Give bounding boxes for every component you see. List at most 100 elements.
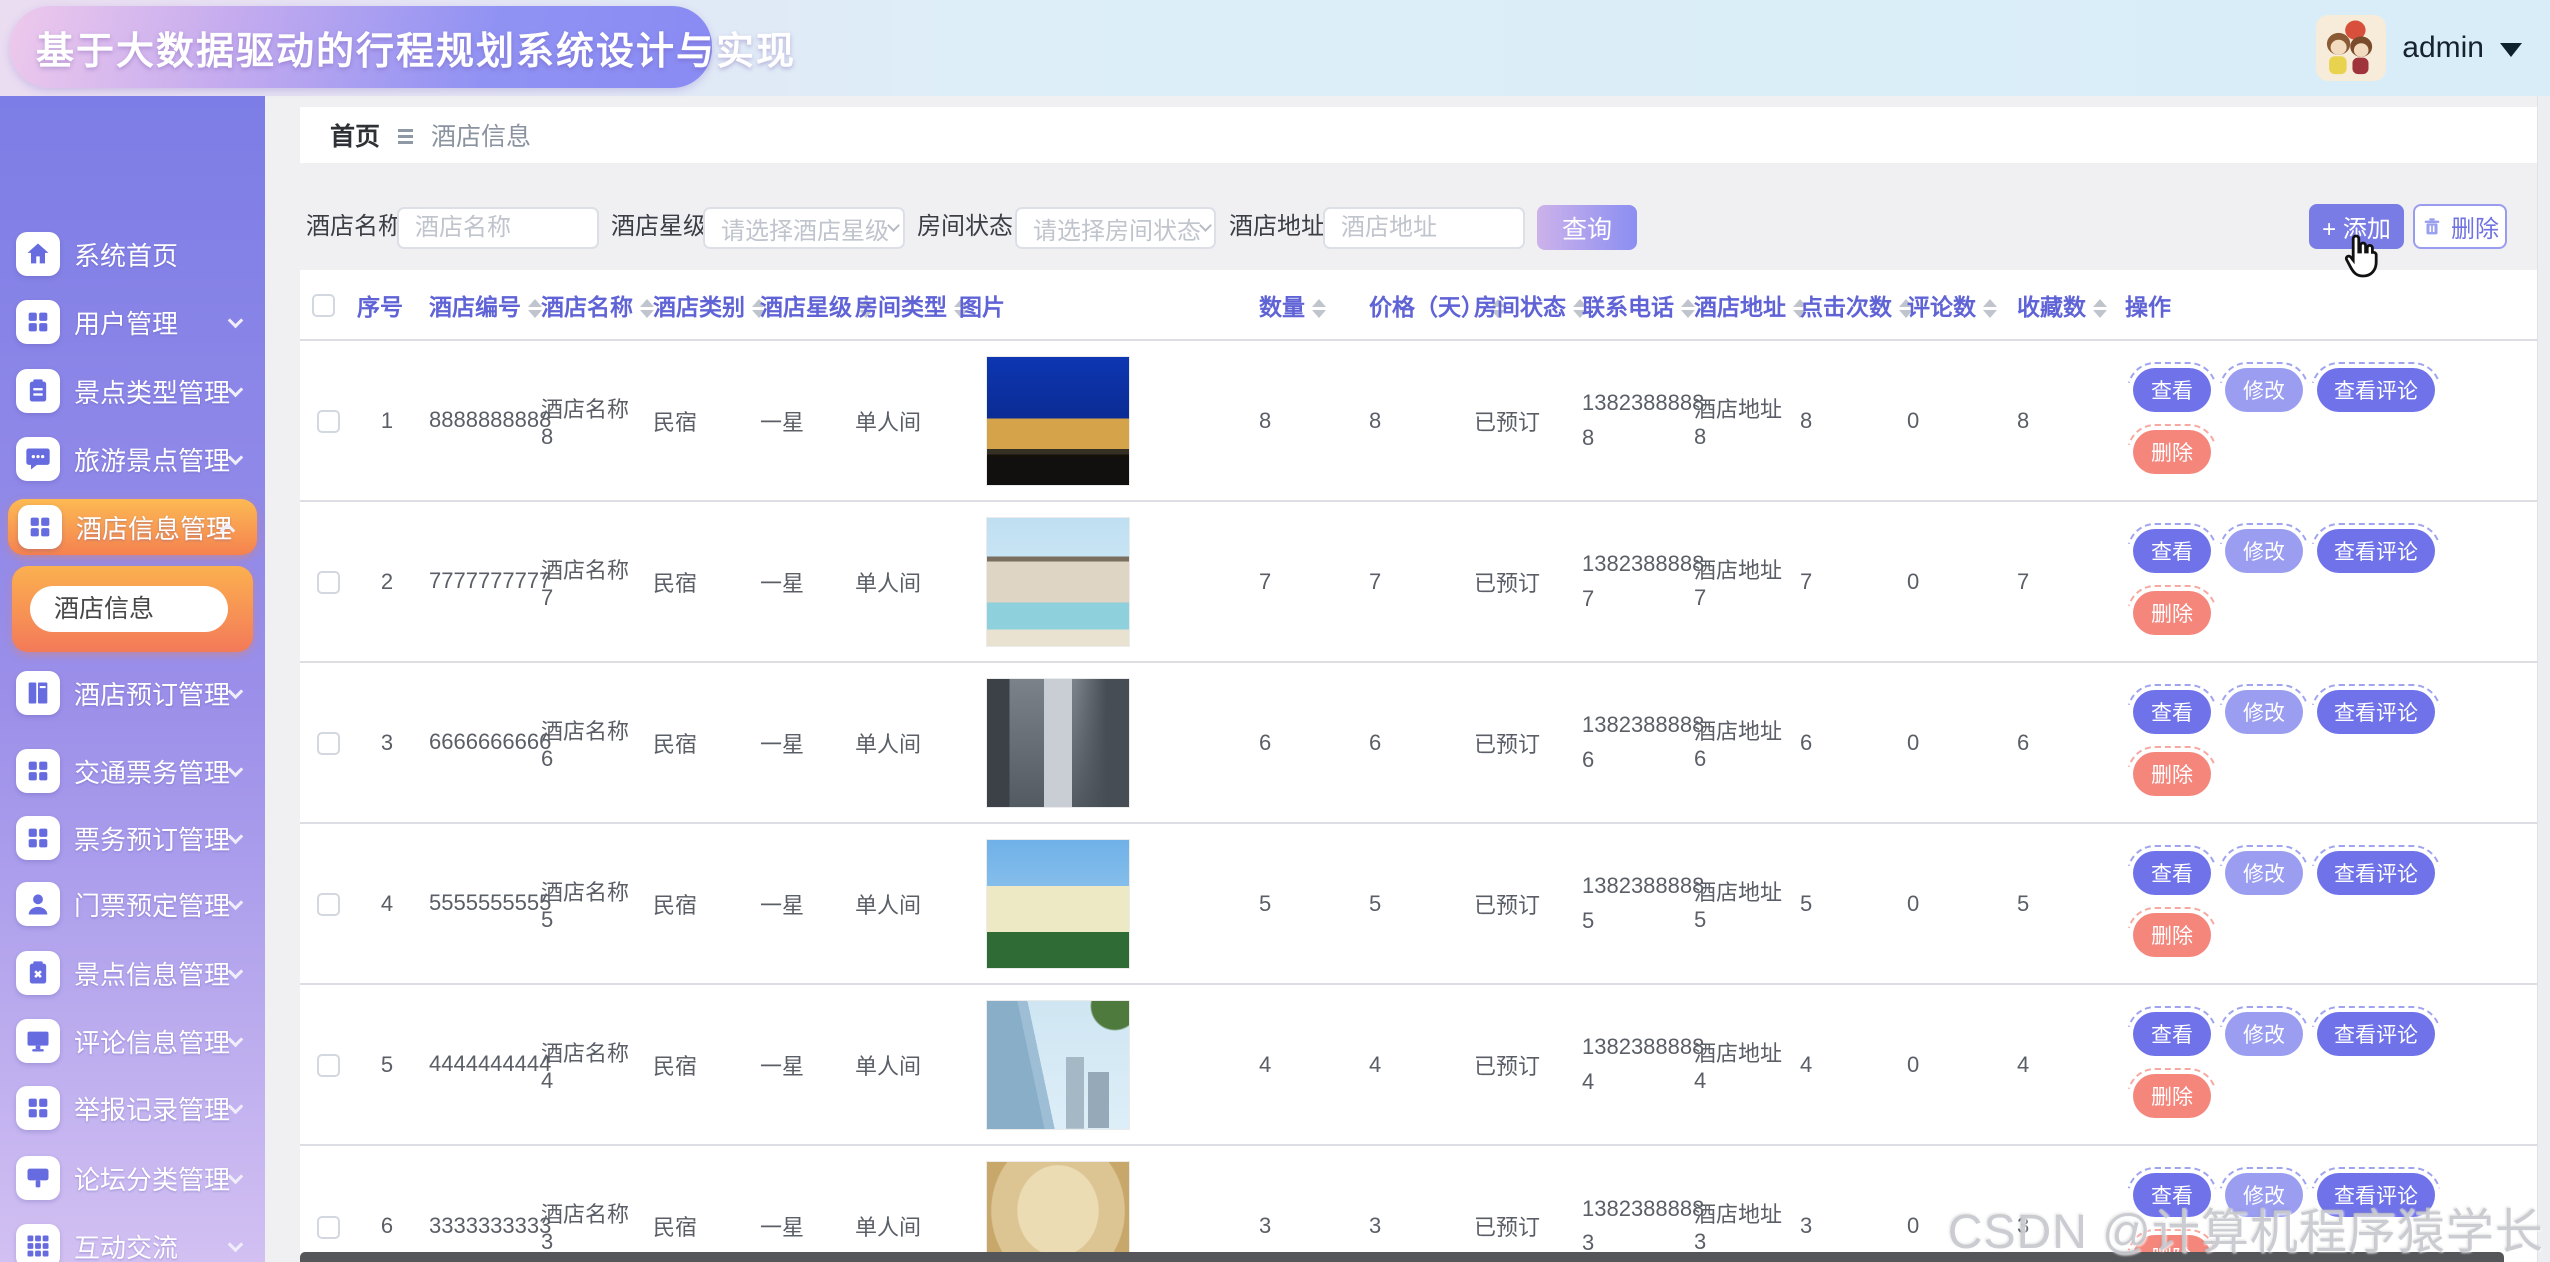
room-status-select[interactable]: 请选择房间状态 — [1015, 207, 1216, 249]
col-comments[interactable]: 评论数 — [1895, 270, 2005, 340]
sort-icon[interactable] — [640, 299, 654, 318]
sidebar-item-comments[interactable]: 评论信息管理 — [0, 1014, 265, 1068]
row-delete-button[interactable]: 删除 — [2133, 591, 2211, 635]
edit-button[interactable]: 修改 — [2225, 1012, 2303, 1056]
sidebar-item-entry-ticket[interactable]: 门票预定管理 — [0, 877, 265, 931]
select-all-checkbox[interactable] — [312, 294, 335, 317]
row-checkbox[interactable] — [317, 1054, 340, 1077]
table-header-row: 序号 酒店编号 酒店名称 酒店类别 酒店星级 房间类型 图片 数量 价格（天） … — [300, 270, 2550, 340]
row-checkbox[interactable] — [317, 893, 340, 916]
sidebar-item-scenic-info[interactable]: 景点信息管理 — [0, 946, 265, 1000]
view-comments-button[interactable]: 查看评论 — [2317, 851, 2435, 895]
delete-button[interactable]: 删除 — [2413, 204, 2507, 249]
col-star[interactable]: 酒店星级 — [748, 270, 843, 340]
col-quantity[interactable]: 数量 — [1247, 270, 1357, 340]
sidebar-item-users[interactable]: 用户管理 — [0, 295, 265, 349]
cell-phone: 13823888884 — [1570, 984, 1682, 1145]
cell-category: 民宿 — [641, 340, 748, 501]
edit-button[interactable]: 修改 — [2225, 1173, 2303, 1217]
sidebar-item-hotel-info[interactable]: 酒店信息管理 — [8, 499, 257, 555]
sort-icon[interactable] — [1983, 299, 1997, 318]
edit-button[interactable]: 修改 — [2225, 851, 2303, 895]
view-button[interactable]: 查看 — [2133, 690, 2211, 734]
user-dropdown-caret-icon[interactable] — [2500, 43, 2522, 57]
horizontal-scrollbar-thumb[interactable] — [300, 1252, 2504, 1262]
sidebar-item-forum-category[interactable]: 论坛分类管理 — [0, 1151, 265, 1205]
hotel-photo — [987, 679, 1129, 807]
sidebar-subitem-hotel-info[interactable]: 酒店信息 — [30, 586, 228, 632]
row-checkbox[interactable] — [317, 1216, 340, 1239]
breadcrumb-home[interactable]: 首页 — [330, 117, 380, 153]
sort-icon[interactable] — [528, 299, 542, 318]
cell-quantity: 6 — [1247, 662, 1357, 823]
col-room-type[interactable]: 房间类型 — [843, 270, 947, 340]
sidebar-item-reports[interactable]: 举报记录管理 — [0, 1081, 265, 1135]
view-comments-button[interactable]: 查看评论 — [2317, 529, 2435, 573]
edit-button[interactable]: 修改 — [2225, 690, 2303, 734]
view-button[interactable]: 查看 — [2133, 851, 2211, 895]
row-delete-button[interactable]: 删除 — [2133, 752, 2211, 796]
sidebar-item-hotel-booking[interactable]: 酒店预订管理 — [0, 666, 265, 720]
sidebar-item-interaction[interactable]: 互动交流 — [0, 1219, 265, 1262]
sort-icon[interactable] — [1312, 299, 1326, 318]
cell-index: 4 — [345, 823, 417, 984]
cell-hotel-name: 酒店名称4 — [529, 984, 641, 1145]
chevron-down-icon — [228, 683, 244, 699]
view-comments-button[interactable]: 查看评论 — [2317, 1173, 2435, 1217]
chevron-down-icon — [228, 828, 244, 844]
user-icon — [16, 882, 60, 926]
hotel-name-label: 酒店名称 — [306, 207, 402, 247]
sidebar-item-scenic-spots[interactable]: 旅游景点管理 — [0, 432, 265, 486]
avatar[interactable] — [2316, 15, 2386, 81]
view-button[interactable]: 查看 — [2133, 368, 2211, 412]
search-button[interactable]: 查询 — [1537, 205, 1637, 250]
cell-room-status: 已预订 — [1462, 340, 1570, 501]
sidebar-item-ticket-booking[interactable]: 票务预订管理 — [0, 811, 265, 865]
sidebar-item-scenic-type[interactable]: 景点类型管理 — [0, 364, 265, 418]
sort-icon[interactable] — [1681, 299, 1695, 318]
cell-hotel-no: 8888888888 — [417, 340, 529, 501]
hotel-star-select[interactable]: 请选择酒店星级 — [703, 207, 905, 249]
sidebar-item-home[interactable]: 系统首页 — [0, 227, 265, 281]
row-checkbox[interactable] — [317, 410, 340, 433]
col-favorites[interactable]: 收藏数 — [2005, 270, 2113, 340]
cell-category: 民宿 — [641, 662, 748, 823]
view-button[interactable]: 查看 — [2133, 529, 2211, 573]
col-hotel-no[interactable]: 酒店编号 — [417, 270, 529, 340]
edit-button[interactable]: 修改 — [2225, 368, 2303, 412]
hotel-name-input[interactable] — [399, 209, 597, 247]
sort-icon[interactable] — [2093, 299, 2107, 318]
view-comments-button[interactable]: 查看评论 — [2317, 1012, 2435, 1056]
cell-clicks: 5 — [1788, 823, 1895, 984]
edit-button[interactable]: 修改 — [2225, 529, 2303, 573]
add-button[interactable]: + 添加 — [2309, 204, 2404, 249]
row-delete-button[interactable]: 删除 — [2133, 913, 2211, 957]
view-comments-button[interactable]: 查看评论 — [2317, 368, 2435, 412]
cell-address: 酒店地址6 — [1682, 662, 1788, 823]
view-button[interactable]: 查看 — [2133, 1173, 2211, 1217]
username[interactable]: admin — [2402, 31, 2484, 65]
vertical-scrollbar[interactable] — [2537, 96, 2550, 1262]
col-category[interactable]: 酒店类别 — [641, 270, 748, 340]
col-clicks[interactable]: 点击次数 — [1788, 270, 1895, 340]
col-room-status[interactable]: 房间状态 — [1462, 270, 1570, 340]
cell-photo — [947, 501, 1247, 662]
row-checkbox[interactable] — [317, 732, 340, 755]
row-checkbox[interactable] — [317, 571, 340, 594]
hotel-address-input[interactable] — [1325, 209, 1523, 247]
row-delete-button[interactable]: 删除 — [2133, 1074, 2211, 1118]
view-button[interactable]: 查看 — [2133, 1012, 2211, 1056]
row-delete-button[interactable]: 删除 — [2133, 430, 2211, 474]
cell-phone: 13823888888 — [1570, 340, 1682, 501]
col-address[interactable]: 酒店地址 — [1682, 270, 1788, 340]
table-row: 2 7777777777 酒店名称7 民宿 一星 单人间 7 7 已预订 138… — [300, 501, 2550, 662]
cell-quantity: 8 — [1247, 340, 1357, 501]
hotel-photo — [987, 357, 1129, 485]
sidebar-item-transport-tickets[interactable]: 交通票务管理 — [0, 744, 265, 798]
cell-photo — [947, 1145, 1247, 1262]
view-comments-button[interactable]: 查看评论 — [2317, 690, 2435, 734]
col-price[interactable]: 价格（天） — [1357, 270, 1462, 340]
col-phone[interactable]: 联系电话 — [1570, 270, 1682, 340]
col-hotel-name[interactable]: 酒店名称 — [529, 270, 641, 340]
user-menu[interactable]: admin — [2316, 10, 2522, 86]
